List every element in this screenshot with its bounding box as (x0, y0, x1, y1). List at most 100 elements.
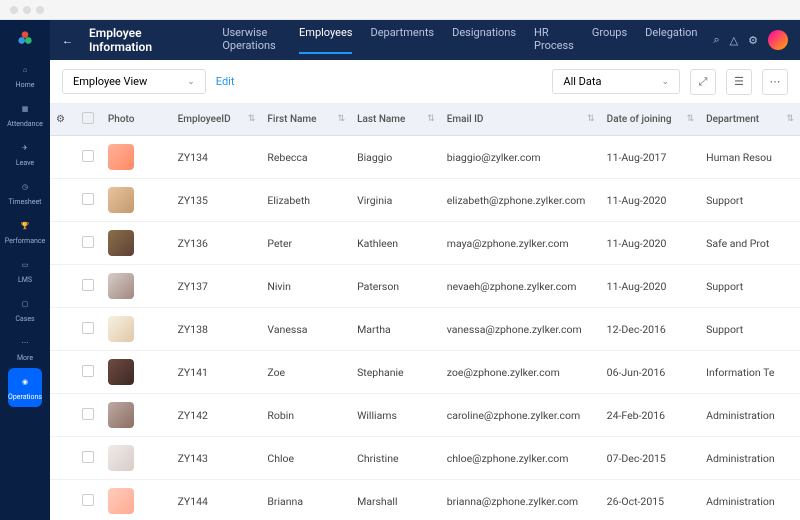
employee-photo (108, 402, 134, 428)
column-header-photo[interactable]: Photo (102, 104, 172, 136)
column-header-email-id[interactable]: Email ID⇅ (441, 104, 601, 136)
row-checkbox[interactable] (82, 150, 94, 162)
cell-lastname: Virginia (351, 179, 441, 222)
cell-employeeid: ZY136 (172, 222, 262, 265)
back-icon[interactable]: ← (62, 34, 73, 47)
tab-delegation[interactable]: Delegation (645, 26, 697, 54)
table-row[interactable]: ZY144BriannaMarshallbrianna@zphone.zylke… (50, 480, 800, 520)
user-avatar[interactable] (768, 30, 788, 50)
cell-department: Safe and Prot (700, 222, 800, 265)
cal-icon: ▦ (17, 101, 33, 117)
sidebar-item-leave[interactable]: ✈Leave (4, 134, 46, 173)
traffic-dot (23, 6, 31, 14)
filter-dropdown-label: All Data (563, 75, 601, 88)
column-settings-icon[interactable]: ⚙ (56, 114, 65, 125)
cell-email: zoe@zphone.zylker.com (441, 351, 601, 394)
table-row[interactable]: ZY136PeterKathleenmaya@zphone.zylker.com… (50, 222, 800, 265)
cell-email: caroline@zphone.zylker.com (441, 394, 601, 437)
cell-date: 11-Aug-2020 (601, 179, 700, 222)
sort-icon: ⇅ (786, 114, 794, 124)
sidebar-item-label: Leave (16, 159, 34, 167)
tab-designations[interactable]: Designations (452, 26, 516, 54)
sidebar-item-more[interactable]: ⋯More (4, 329, 46, 368)
employee-photo (108, 187, 134, 213)
gear-icon[interactable]: ⚙ (748, 34, 758, 47)
cell-date: 06-Jun-2016 (601, 351, 700, 394)
chevron-down-icon: ⌄ (661, 77, 669, 87)
sidebar-item-label: Timesheet (9, 198, 42, 206)
sidebar-item-operations[interactable]: ◉Operations (8, 368, 42, 407)
cell-department: Human Resou (700, 136, 800, 179)
row-checkbox[interactable] (82, 279, 94, 291)
sidebar-item-lms[interactable]: ▭LMS (4, 251, 46, 290)
tab-groups[interactable]: Groups (592, 26, 627, 54)
sidebar: ⌂Home▦Attendance✈Leave ◷ Timesheet 🏆Perform… (0, 20, 50, 520)
row-checkbox[interactable] (82, 408, 94, 420)
view-dropdown[interactable]: Employee View ⌄ (62, 69, 206, 94)
clock-icon: ◷ (17, 179, 33, 195)
sidebar-item-home[interactable]: ⌂Home (4, 56, 46, 95)
cell-date: 26-Oct-2015 (601, 480, 700, 520)
more-icon[interactable]: ⋯ (762, 69, 788, 95)
sidebar-item-label: Performance (5, 237, 46, 245)
tab-hr-process[interactable]: HR Process (534, 26, 574, 54)
cell-employeeid: ZY137 (172, 265, 262, 308)
column-header-first-name[interactable]: First Name⇅ (261, 104, 351, 136)
select-all-checkbox[interactable] (82, 112, 94, 124)
edit-link[interactable]: Edit (216, 75, 235, 88)
table-row[interactable]: ZY134RebeccaBiaggiobiaggio@zylker.com11-… (50, 136, 800, 179)
table-row[interactable]: ZY135ElizabethVirginiaelizabeth@zphone.z… (50, 179, 800, 222)
cell-employeeid: ZY135 (172, 179, 262, 222)
sort-icon: ⇅ (687, 114, 695, 124)
cell-firstname: Robin (261, 394, 351, 437)
case-icon: ▢ (17, 296, 33, 312)
table-row[interactable]: ZY138VanessaMarthavanessa@zphone.zylker.… (50, 308, 800, 351)
cell-department: Administration (700, 437, 800, 480)
filter-dropdown[interactable]: All Data ⌄ (552, 69, 680, 94)
cell-employeeid: ZY143 (172, 437, 262, 480)
filter-icon[interactable]: ☰ (726, 69, 752, 95)
column-header-employeeid[interactable]: EmployeeID⇅ (172, 104, 262, 136)
employee-table: ⚙ PhotoEmployeeID⇅First Name⇅Last Name⇅Em… (50, 104, 800, 520)
cell-firstname: Brianna (261, 480, 351, 520)
table-row[interactable]: ZY143ChloeChristinechloe@zphone.zylker.c… (50, 437, 800, 480)
sidebar-item-timesheet[interactable]: ◷ Timesheet (4, 173, 46, 212)
tab-employees[interactable]: Employees (299, 26, 352, 54)
topbar: ← Employee Information Userwise Operatio… (50, 20, 800, 60)
sidebar-item-attendance[interactable]: ▦Attendance (4, 95, 46, 134)
cell-date: 11-Aug-2020 (601, 265, 700, 308)
browser-chrome (0, 0, 800, 20)
tab-departments[interactable]: Departments (370, 26, 434, 54)
table-row[interactable]: ZY142RobinWilliamscaroline@zphone.zylker… (50, 394, 800, 437)
sidebar-item-cases[interactable]: ▢Cases (4, 290, 46, 329)
employee-photo (108, 445, 134, 471)
table-row[interactable]: ZY137NivinPatersonnevaeh@zphone.zylker.c… (50, 265, 800, 308)
row-checkbox[interactable] (82, 322, 94, 334)
sidebar-item-label: LMS (18, 276, 32, 284)
cell-employeeid: ZY144 (172, 480, 262, 520)
expand-icon[interactable]: ⤢ (690, 69, 716, 95)
cell-email: biaggio@zylker.com (441, 136, 601, 179)
search-icon[interactable]: ⌕ (713, 33, 719, 47)
cell-firstname: Peter (261, 222, 351, 265)
cell-department: Administration (700, 394, 800, 437)
table-row[interactable]: ZY141ZoeStephaniezoe@zphone.zylker.com06… (50, 351, 800, 394)
row-checkbox[interactable] (82, 451, 94, 463)
bell-icon[interactable]: △ (730, 34, 738, 47)
row-checkbox[interactable] (82, 365, 94, 377)
sidebar-item-performance[interactable]: 🏆Performance (4, 212, 46, 251)
row-checkbox[interactable] (82, 193, 94, 205)
cell-email: maya@zphone.zylker.com (441, 222, 601, 265)
cell-email: elizabeth@zphone.zylker.com (441, 179, 601, 222)
row-checkbox[interactable] (82, 236, 94, 248)
row-checkbox[interactable] (82, 494, 94, 506)
column-header-department[interactable]: Department⇅ (700, 104, 800, 136)
column-header-last-name[interactable]: Last Name⇅ (351, 104, 441, 136)
home-icon: ⌂ (17, 62, 33, 78)
employee-photo (108, 273, 134, 299)
cell-lastname: Martha (351, 308, 441, 351)
column-header-date-of-joining[interactable]: Date of joining⇅ (601, 104, 700, 136)
cell-lastname: Kathleen (351, 222, 441, 265)
cell-email: vanessa@zphone.zylker.com (441, 308, 601, 351)
tab-userwise-operations[interactable]: Userwise Operations (222, 26, 281, 54)
